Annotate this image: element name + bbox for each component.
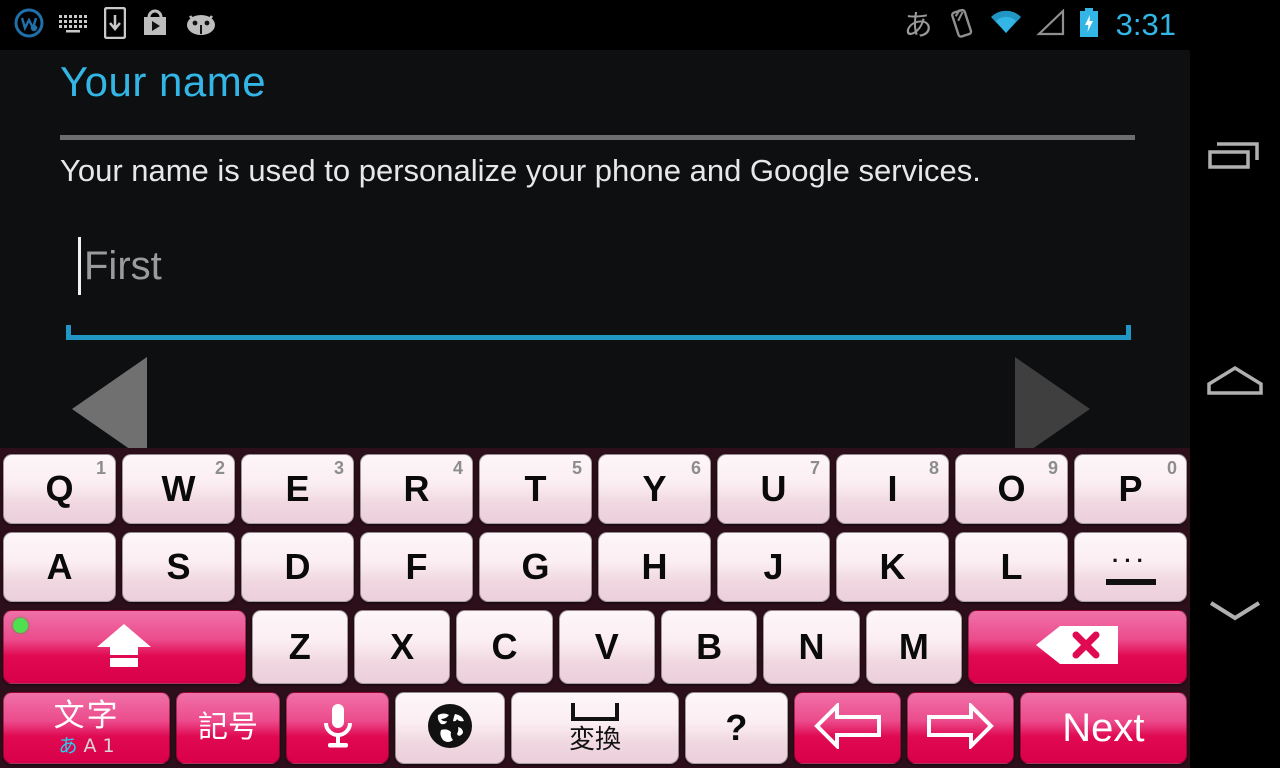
status-bar-clock: 3:31 [1115, 7, 1176, 42]
keyboard-row-4: 文字 あA1 記号 変換 ? Next [0, 688, 1190, 768]
key-u[interactable]: U 7 [717, 454, 830, 524]
vibrate-icon [946, 7, 976, 44]
wifi-icon [989, 9, 1023, 41]
input-mode-sub: あA1 [58, 734, 115, 757]
question-mark-key[interactable]: ? [684, 692, 789, 764]
backspace-key[interactable] [967, 610, 1187, 684]
whatsapp-like-app-icon [14, 8, 44, 43]
key-c[interactable]: C [456, 610, 553, 684]
key-b[interactable]: B [660, 610, 758, 684]
key-n[interactable]: N [763, 610, 860, 684]
ime-indicator: あ [903, 7, 933, 42]
status-bar-system-icons: あ 3:31 [904, 7, 1190, 44]
android-mascot-icon [184, 10, 218, 41]
next-key[interactable]: Next [1019, 692, 1187, 764]
status-bar-notification-icons [0, 6, 218, 44]
shift-key[interactable] [3, 610, 246, 684]
hide-keyboard-button[interactable] [1190, 568, 1280, 658]
space-stack: 変換 [569, 703, 621, 753]
key-i[interactable]: I 8 [836, 454, 949, 524]
first-name-field-wrapper[interactable] [66, 225, 1131, 340]
description-text: Your name is used to personalize your ph… [60, 153, 981, 188]
microphone-icon [318, 701, 358, 756]
key-v[interactable]: V [558, 610, 655, 684]
key-g[interactable]: G [479, 532, 592, 602]
symbol-key[interactable]: 記号 [176, 692, 280, 764]
previous-arrow-button[interactable] [72, 357, 147, 461]
download-to-device-icon [103, 6, 127, 44]
setup-content-area: Your name Your name is used to personali… [0, 50, 1190, 461]
home-icon [1205, 363, 1265, 402]
text-caret [78, 237, 81, 295]
input-mode-stack: 文字 あA1 [53, 697, 120, 757]
key-d[interactable]: D [241, 532, 354, 602]
shift-led-indicator [13, 618, 28, 633]
key-y[interactable]: Y 6 [598, 454, 711, 524]
title-divider [60, 135, 1135, 140]
cursor-right-key[interactable] [907, 692, 1014, 764]
key-e[interactable]: E 3 [241, 454, 354, 524]
battery-charging-icon [1079, 7, 1099, 43]
chevron-down-icon [1205, 597, 1265, 630]
space-convert-key[interactable]: 変換 [511, 692, 679, 764]
page-title: Your name [60, 58, 267, 105]
key-m[interactable]: M [865, 610, 962, 684]
key-t[interactable]: T 5 [479, 454, 592, 524]
ellipsis-dash-icon: ··· [1105, 549, 1156, 585]
language-switch-key[interactable] [395, 692, 506, 764]
first-name-input[interactable] [84, 233, 1124, 299]
key-a[interactable]: A [3, 532, 116, 602]
key-o[interactable]: O 9 [955, 454, 1068, 524]
home-button[interactable] [1190, 337, 1280, 427]
keyboard-row-1: Q 1 W 2 E 3 R 4 T 5 Y 6 U 7 I 8 O 9 P 0 [0, 450, 1190, 528]
next-arrow-button[interactable] [1015, 357, 1090, 461]
key-r[interactable]: R 4 [360, 454, 473, 524]
key-f[interactable]: F [360, 532, 473, 602]
status-bar: あ 3:31 [0, 0, 1190, 50]
arrow-left-icon [813, 700, 883, 754]
navigation-bar [1190, 0, 1280, 768]
key-s[interactable]: S [122, 532, 235, 602]
keyboard-icon [58, 11, 90, 40]
keyboard-row-3: Z X C V B N M [0, 606, 1190, 688]
field-underline [66, 325, 1131, 340]
key-q[interactable]: Q 1 [3, 454, 116, 524]
key-j[interactable]: J [717, 532, 830, 602]
shift-arrow-icon [93, 621, 155, 674]
globe-icon [425, 701, 475, 756]
ellipsis-dash-key[interactable]: ··· [1074, 532, 1187, 602]
key-p[interactable]: P 0 [1074, 454, 1187, 524]
key-h[interactable]: H [598, 532, 711, 602]
key-x[interactable]: X [353, 610, 451, 684]
signal-icon [1035, 8, 1066, 41]
android-screen: あ 3:31 Your name Your name is used to pe… [0, 0, 1280, 768]
space-bar-icon [570, 703, 619, 721]
keyboard-row-2: A S D F G H J K L ··· [0, 528, 1190, 606]
key-l[interactable]: L [955, 532, 1068, 602]
key-w[interactable]: W 2 [122, 454, 235, 524]
backspace-icon [1034, 624, 1120, 671]
recent-apps-icon [1205, 138, 1265, 183]
play-store-icon [140, 8, 170, 43]
soft-keyboard: Q 1 W 2 E 3 R 4 T 5 Y 6 U 7 I 8 O 9 P 0 … [0, 448, 1190, 768]
cursor-left-key[interactable] [794, 692, 902, 764]
key-z[interactable]: Z [251, 610, 348, 684]
key-k[interactable]: K [836, 532, 949, 602]
voice-input-key[interactable] [285, 692, 390, 764]
arrow-right-icon [925, 700, 995, 754]
input-mode-key[interactable]: 文字 あA1 [3, 692, 171, 764]
recent-apps-button[interactable] [1190, 115, 1280, 205]
